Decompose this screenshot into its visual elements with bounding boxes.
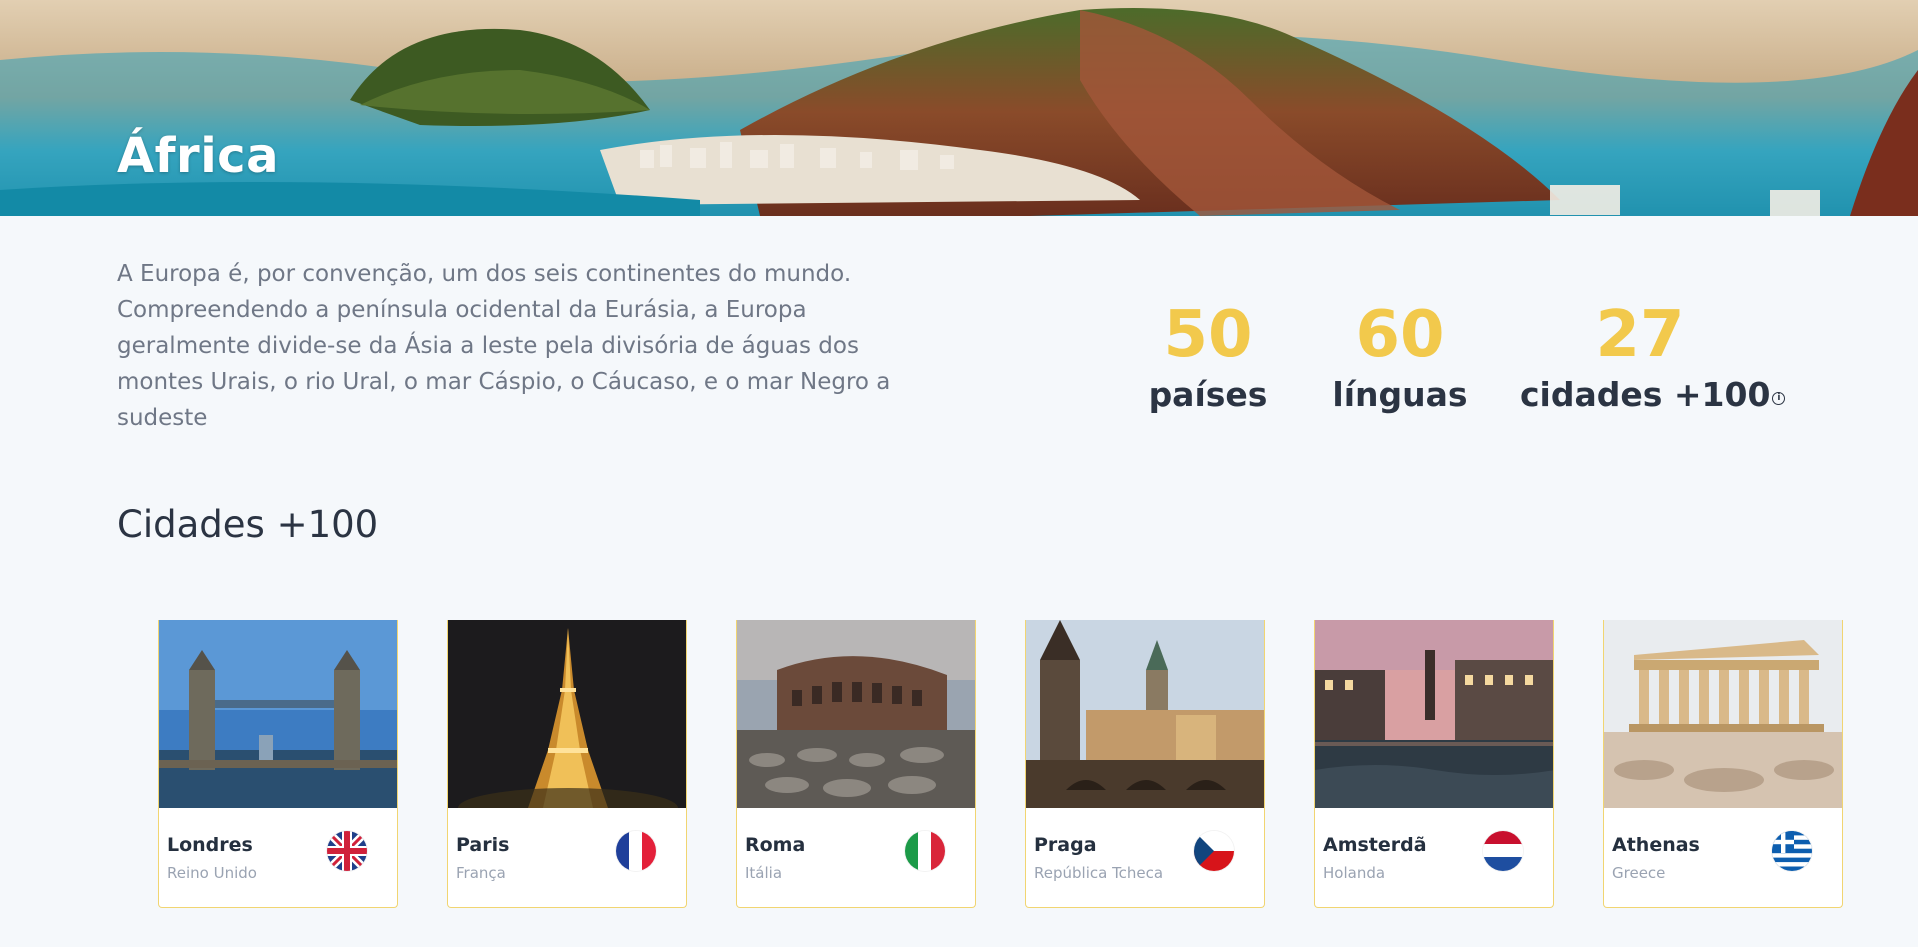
stat-countries-label: países <box>1148 375 1268 414</box>
city-card-rome[interactable]: Roma Itália <box>736 620 976 908</box>
city-country: Reino Unido <box>167 864 257 882</box>
city-name: Athenas <box>1612 834 1700 856</box>
city-card-london[interactable]: Londres Reino Unido <box>158 620 398 908</box>
city-image-amsterdam <box>1315 620 1553 808</box>
city-image-london <box>159 620 397 808</box>
city-card-paris[interactable]: Paris França <box>447 620 687 908</box>
city-image-prague <box>1026 620 1264 808</box>
italy-flag-icon <box>905 831 945 871</box>
stat-cities: 27 cidades +100 i <box>1520 298 1786 418</box>
stat-countries: 50 países <box>1138 300 1278 418</box>
city-country: Itália <box>745 864 783 882</box>
city-country: França <box>456 864 506 882</box>
city-image-rome <box>737 620 975 808</box>
czech-flag-icon <box>1194 831 1234 871</box>
city-country: Holanda <box>1323 864 1386 882</box>
stat-languages: 60 línguas <box>1320 300 1480 418</box>
city-image-athens <box>1604 620 1842 808</box>
city-name: Paris <box>456 834 510 856</box>
stat-cities-number: 27 <box>1595 298 1685 372</box>
greece-flag-icon <box>1772 831 1812 871</box>
hero-landscape-image <box>0 0 1918 216</box>
city-name: Roma <box>745 834 806 856</box>
hero-title: África <box>117 128 279 184</box>
stat-languages-label: línguas <box>1332 375 1468 414</box>
city-image-paris <box>448 620 686 808</box>
netherlands-flag-icon <box>1483 831 1523 871</box>
city-cards: Londres Reino Unido Paris França Roma It… <box>0 620 1918 910</box>
city-name: Londres <box>167 834 253 856</box>
uk-flag-icon <box>327 831 367 871</box>
section-title: Cidades +100 <box>117 503 379 546</box>
stat-cities-label: cidades +100 <box>1520 375 1771 414</box>
city-card-prague[interactable]: Praga República Tcheca <box>1025 620 1265 908</box>
city-card-amsterdam[interactable]: Amsterdã Holanda <box>1314 620 1554 908</box>
city-name: Praga <box>1034 834 1097 856</box>
stats-panel: 50 países 60 línguas 27 cidades +100 i <box>0 300 1918 440</box>
city-card-athens[interactable]: Athenas Greece <box>1603 620 1843 908</box>
stat-countries-number: 50 <box>1163 298 1253 372</box>
city-country: República Tcheca <box>1034 864 1164 882</box>
hero-banner: África <box>0 0 1918 216</box>
stat-languages-number: 60 <box>1355 298 1445 372</box>
city-name: Amsterdã <box>1323 834 1427 856</box>
city-country: Greece <box>1612 864 1666 882</box>
info-icon[interactable]: i <box>1772 392 1786 405</box>
france-flag-icon <box>616 831 656 871</box>
stat-cities-label-wrap: cidades +100 i <box>1520 372 1786 418</box>
